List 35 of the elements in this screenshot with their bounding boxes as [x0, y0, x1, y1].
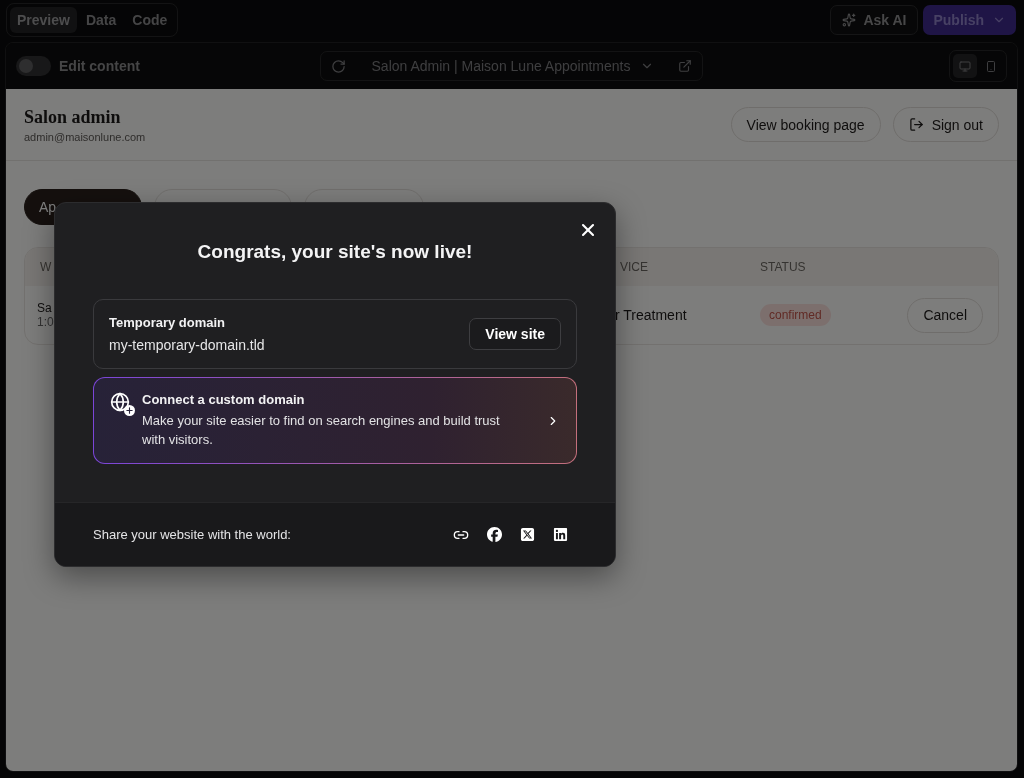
cancel-button[interactable]: Cancel — [907, 297, 983, 333]
monitor-icon — [959, 58, 971, 74]
custom-domain-description: Make your site easier to find on search engines and build trust with visitors. — [142, 412, 501, 449]
mode-tab[interactable]: Preview — [10, 7, 77, 33]
sign-out-button[interactable]: Sign out — [892, 107, 999, 142]
column-header: STATUS — [760, 260, 807, 274]
custom-domain-card[interactable]: Connect a custom domain Make your site easier to find on search engines and build trust with visitors. — [93, 377, 577, 464]
view-booking-button[interactable]: View booking page — [730, 107, 881, 142]
x-icon[interactable] — [520, 526, 535, 543]
column-header: W — [40, 260, 53, 274]
page-heading: Salon admin — [24, 106, 122, 128]
ask-ai-button[interactable]: Ask AI — [830, 5, 919, 35]
sparkle-icon — [842, 13, 857, 27]
smartphone-icon — [985, 58, 997, 74]
service-cell-text: r Treatment — [615, 307, 688, 323]
status-badge: confirmed — [760, 304, 831, 326]
mode-tab[interactable]: Data — [78, 7, 124, 33]
facebook-icon[interactable] — [487, 526, 502, 543]
domain-value: my-temporary-domain.tld — [109, 337, 265, 353]
admin-email: admin@maisonlune.com — [24, 130, 146, 143]
view-site-button[interactable]: View site — [469, 318, 561, 350]
mode-tab[interactable]: Code — [125, 7, 175, 33]
sign-out-icon — [908, 117, 924, 132]
page-title: Salon Admin | Maison Lune Appointments — [370, 58, 631, 74]
dialog-title: Congrats, your site's now live! — [196, 241, 474, 263]
appointment-time: 1:0 — [37, 315, 54, 329]
customer-name: Sa — [37, 301, 52, 315]
share-label: Share your website with the world: — [93, 527, 291, 542]
edit-toggle[interactable] — [16, 56, 51, 76]
edit-content-label: Edit content — [59, 58, 140, 74]
custom-domain-title: Connect a custom domain — [142, 392, 306, 407]
domain-label: Temporary domain — [109, 315, 227, 330]
linkedin-icon[interactable] — [553, 526, 568, 543]
column-header: VICE — [620, 260, 649, 274]
globe-plus-icon — [110, 392, 132, 414]
